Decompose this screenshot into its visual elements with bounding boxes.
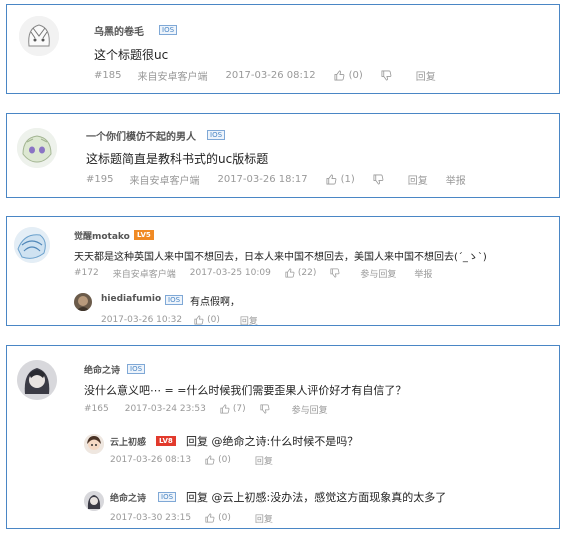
timestamp: 2017-03-26 08:12	[225, 69, 316, 81]
avatar[interactable]	[17, 128, 57, 168]
platform-badge: IOS	[165, 295, 184, 305]
username[interactable]: 一个你们模仿不起的男人	[86, 128, 196, 143]
thumbs-down-icon[interactable]	[260, 404, 270, 414]
avatar[interactable]	[19, 16, 59, 56]
username[interactable]: hiediafumio	[101, 294, 161, 304]
thumbs-down-icon[interactable]	[330, 268, 340, 278]
level-badge: LV5	[134, 230, 154, 240]
thumbs-up-icon[interactable]	[205, 455, 215, 465]
thumbs-up-icon[interactable]	[220, 404, 230, 414]
floor-number: #172	[74, 268, 99, 278]
report-link[interactable]: 举报	[446, 172, 466, 187]
comment-meta: #172 来自安卓客户端 2017-03-25 10:09 (22) 参与回复 …	[74, 267, 432, 280]
timestamp: 2017-03-24 23:53	[124, 404, 206, 414]
platform-badge: IOS	[207, 130, 226, 140]
source-label: 来自安卓客户端	[112, 269, 176, 280]
reply-link[interactable]: 回复	[408, 172, 428, 187]
platform-badge: IOS	[127, 364, 146, 374]
avatar[interactable]	[84, 491, 104, 511]
thumbs-up-icon[interactable]	[334, 70, 345, 81]
avatar[interactable]	[14, 227, 50, 263]
timestamp: 2017-03-30 23:15	[110, 513, 192, 523]
comment-text: 天天都是这种英国人来中国不想回去，日本人来中国不想回去，美国人来中国不想回去(´…	[74, 252, 487, 263]
like-count[interactable]: (0)	[218, 455, 231, 465]
floor-number: #195	[86, 173, 114, 185]
like-count[interactable]: (0)	[349, 70, 363, 81]
floor-number: #165	[84, 404, 109, 414]
comment-meta: #165 2017-03-24 23:53 (7) 参与回复	[84, 403, 328, 416]
comment-card: 一个你们模仿不起的男人 IOS 这标题简直是教科书式的uc版标题 #195 来自…	[6, 113, 560, 198]
like-count[interactable]: (0)	[218, 513, 231, 523]
thumbs-up-icon[interactable]	[326, 174, 337, 185]
avatar[interactable]	[84, 434, 104, 454]
username[interactable]: 云上初感	[110, 435, 146, 448]
join-reply-link[interactable]: 参与回复	[360, 267, 396, 280]
like-count[interactable]: (22)	[298, 268, 316, 278]
floor-number: #185	[94, 69, 122, 81]
source-label: 来自安卓客户端	[129, 175, 200, 187]
comment-card: 绝命之诗 IOS 没什么意义吧⋯ = =什么时候我们需要歪果人评价好才有自信了？…	[6, 345, 560, 529]
reply-text: 有点假啊，	[190, 297, 240, 308]
avatar[interactable]	[17, 360, 57, 400]
reply-link[interactable]: 回复	[416, 68, 436, 83]
comment-text: 这个标题很uc	[94, 48, 169, 62]
thumbs-down-icon[interactable]	[381, 70, 392, 81]
like-count[interactable]: (0)	[207, 315, 220, 325]
thumbs-down-icon[interactable]	[373, 174, 384, 185]
username[interactable]: 绝命之诗	[84, 363, 120, 376]
timestamp: 2017-03-26 08:13	[110, 455, 192, 465]
comment-card: 觉醒motako LV5 天天都是这种英国人来中国不想回去，日本人来中国不想回去…	[6, 216, 560, 327]
avatar[interactable]	[74, 293, 92, 311]
like-count[interactable]: (7)	[233, 404, 246, 414]
level-badge: LV8	[156, 436, 176, 446]
platform-badge: IOS	[158, 492, 177, 502]
reply-text: 回复 @云上初感:没办法，感觉这方面现象真的太多了	[186, 491, 447, 504]
thumbs-up-icon[interactable]	[205, 513, 215, 523]
username[interactable]: 乌黑的卷毛	[94, 23, 144, 38]
timestamp: 2017-03-26 18:17	[217, 173, 308, 185]
comment-text: 没什么意义吧⋯ = =什么时候我们需要歪果人评价好才有自信了？	[84, 384, 407, 397]
join-reply-link[interactable]: 参与回复	[292, 403, 328, 416]
report-link[interactable]: 举报	[414, 267, 432, 280]
source-label: 来自安卓客户端	[137, 71, 208, 83]
timestamp: 2017-03-25 10:09	[189, 268, 271, 278]
username[interactable]: 绝命之诗	[110, 491, 146, 504]
reply-meta: 2017-03-30 23:15 (0) 回复	[110, 512, 273, 525]
thumbs-up-icon[interactable]	[194, 315, 204, 325]
reply-meta: 2017-03-26 10:32 (0) 回复	[101, 314, 258, 327]
username[interactable]: 觉醒motako	[74, 229, 130, 242]
reply-text: 回复 @绝命之诗:什么时候不是吗？	[186, 435, 359, 448]
comment-card: 乌黑的卷毛 IOS 这个标题很uc #185 来自安卓客户端 2017-03-2…	[6, 4, 560, 94]
platform-badge: IOS	[159, 25, 178, 35]
reply-meta: 2017-03-26 08:13 (0) 回复	[110, 454, 273, 467]
comment-meta: #185 来自安卓客户端 2017-03-26 08:12 (0) 回复	[94, 68, 436, 83]
reply-link[interactable]: 回复	[255, 454, 273, 467]
reply-link[interactable]: 回复	[255, 512, 273, 525]
thumbs-up-icon[interactable]	[285, 268, 295, 278]
comment-text: 这标题简直是教科书式的uc版标题	[86, 152, 269, 166]
comment-meta: #195 来自安卓客户端 2017-03-26 18:17 (1) 回复 举报	[86, 172, 466, 187]
reply-link[interactable]: 回复	[240, 314, 258, 327]
like-count[interactable]: (1)	[341, 174, 355, 185]
timestamp: 2017-03-26 10:32	[101, 315, 183, 325]
